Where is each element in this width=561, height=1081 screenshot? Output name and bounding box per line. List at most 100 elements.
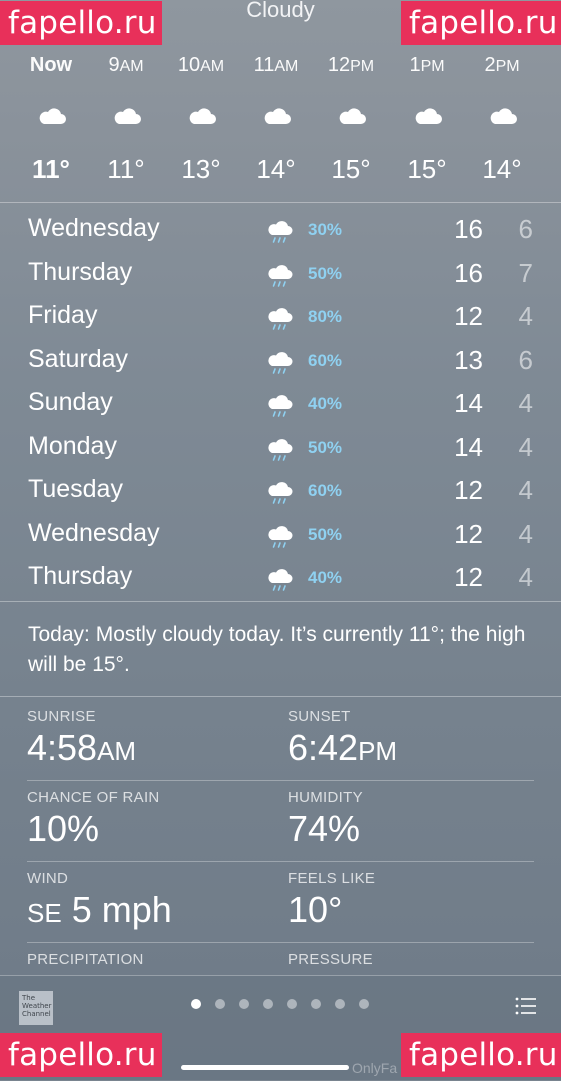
- list-item: Wednesday 50% 12 4: [0, 513, 561, 557]
- detail-value: 6:42PM: [288, 727, 398, 768]
- hour-column: 12PM 15°: [313, 50, 389, 184]
- high-temp: 12: [454, 518, 483, 549]
- hour-temp: 14°: [256, 154, 296, 184]
- page-dot[interactable]: [191, 999, 201, 1009]
- hour-column: 2PM 14°: [464, 50, 540, 184]
- page-dot[interactable]: [359, 999, 369, 1009]
- page-dot[interactable]: [263, 999, 273, 1009]
- hour-column: Now 11°: [13, 50, 89, 184]
- list-item: Friday 80% 12 4: [0, 295, 561, 339]
- list-item: Saturday 60% 13 6: [0, 339, 561, 383]
- daily-forecast[interactable]: Wednesday 30% 16 6 Thursday 50% 16 7 Fri…: [0, 208, 561, 600]
- weather-channel-logo[interactable]: The Weather Channel: [19, 991, 53, 1025]
- low-temp: 7: [518, 257, 533, 288]
- detail-row: SUNRISE 4:58AM SUNSET 6:42PM: [0, 700, 561, 781]
- watermark-bottom-left: fapello.ru: [0, 1033, 162, 1077]
- hour-column: 1PM 15°: [389, 50, 465, 184]
- high-temp: 12: [454, 475, 483, 505]
- hour-temp: 15°: [331, 154, 371, 184]
- detail-label: PRECIPITATION: [27, 951, 144, 968]
- low-temp: 6: [518, 214, 533, 244]
- cloud-icon: [264, 108, 291, 124]
- chance-of-rain: 50%: [308, 524, 343, 544]
- high-temp: 16: [454, 214, 483, 244]
- day-name: Thursday: [28, 257, 133, 286]
- page-dot[interactable]: [239, 999, 249, 1009]
- list-item: Monday 50% 14 4: [0, 426, 561, 470]
- day-name: Wednesday: [28, 518, 160, 547]
- faint-credit-text: OnlyFa: [352, 1060, 398, 1076]
- high-temp: 12: [454, 301, 483, 331]
- list-item: Thursday 40% 12 4: [0, 556, 561, 600]
- wind-detail: WIND SE 5 mph: [27, 870, 172, 931]
- day-name: Wednesday: [28, 214, 160, 242]
- pressure-detail: PRESSURE: [288, 951, 373, 968]
- hour-time: 9AM: [108, 54, 144, 76]
- low-temp: 4: [518, 388, 533, 418]
- page-dot[interactable]: [311, 999, 321, 1009]
- detail-label: HUMIDITY: [288, 789, 363, 806]
- high-temp: 14: [454, 431, 483, 462]
- high-temp: 14: [454, 388, 483, 418]
- list-item: Sunday 40% 14 4: [0, 382, 561, 426]
- detail-label: PRESSURE: [288, 951, 373, 968]
- rain-cloud-icon: [268, 395, 293, 417]
- low-temp: 4: [518, 518, 533, 549]
- detail-row: CHANCE OF RAIN 10% HUMIDITY 74%: [0, 781, 561, 862]
- hour-time: 1PM: [409, 54, 445, 76]
- low-temp: 4: [518, 431, 533, 462]
- hour-time: 2PM: [484, 54, 520, 76]
- high-temp: 16: [454, 257, 483, 288]
- hour-temp: 11°: [32, 154, 70, 184]
- hour-temp: 11°: [107, 154, 145, 184]
- hour-time: 12PM: [327, 54, 375, 76]
- detail-value: 10°: [288, 889, 343, 930]
- precipitation-detail: PRECIPITATION: [27, 951, 144, 968]
- chance-of-rain: 30%: [308, 220, 343, 239]
- detail-label: SUNRISE: [27, 708, 96, 725]
- low-temp: 4: [518, 301, 533, 331]
- detail-label: CHANCE OF RAIN: [27, 789, 160, 806]
- chance-of-rain: 40%: [308, 394, 343, 413]
- cloud-icon: [490, 108, 517, 124]
- detail-row: WIND SE 5 mph FEELS LIKE 10°: [0, 862, 561, 943]
- hour-time: 10AM: [177, 54, 225, 76]
- rain-cloud-icon: [268, 264, 293, 287]
- page-dot[interactable]: [335, 999, 345, 1009]
- sunrise-detail: SUNRISE 4:58AM: [27, 708, 136, 769]
- detail-value: 10%: [27, 808, 100, 849]
- watermark-top-right: fapello.ru: [401, 1, 561, 45]
- cloud-icon: [415, 108, 442, 124]
- low-temp: 4: [518, 475, 533, 505]
- list-icon[interactable]: [515, 996, 537, 1016]
- page-dot[interactable]: [215, 999, 225, 1009]
- cloud-icon: [39, 108, 66, 124]
- detail-value: 74%: [288, 808, 361, 849]
- home-indicator[interactable]: [181, 1065, 349, 1070]
- detail-value: 4:58AM: [27, 727, 137, 768]
- hour-time: Now: [29, 54, 73, 76]
- list-item: Wednesday 30% 16 6: [0, 208, 561, 252]
- hourly-forecast[interactable]: Now 11° 9AM 11° 10AM 13° 11AM 14° 12PM 1…: [0, 50, 561, 200]
- chance-of-rain: 60%: [308, 481, 343, 500]
- list-item: Tuesday 60% 12 4: [0, 469, 561, 513]
- hour-temp: 13°: [181, 154, 221, 184]
- day-name: Thursday: [28, 562, 133, 590]
- rain-cloud-icon: [268, 569, 293, 591]
- chance-of-rain: 50%: [308, 437, 343, 457]
- hour-time: 11AM: [253, 54, 299, 76]
- rain-cloud-icon: [268, 221, 293, 243]
- rain-cloud-icon: [268, 438, 293, 461]
- divider: [0, 696, 561, 697]
- low-temp: 6: [518, 344, 533, 375]
- humidity-detail: HUMIDITY 74%: [288, 789, 363, 850]
- day-name: Friday: [28, 301, 98, 329]
- rain-cloud-icon: [268, 351, 293, 374]
- page-dot[interactable]: [287, 999, 297, 1009]
- day-name: Monday: [28, 431, 117, 460]
- cloud-icon: [189, 108, 216, 124]
- hour-temp: 15°: [407, 154, 447, 184]
- day-name: Sunday: [28, 388, 113, 416]
- chance-of-rain: 40%: [308, 568, 343, 587]
- feels-like-detail: FEELS LIKE 10°: [288, 870, 375, 931]
